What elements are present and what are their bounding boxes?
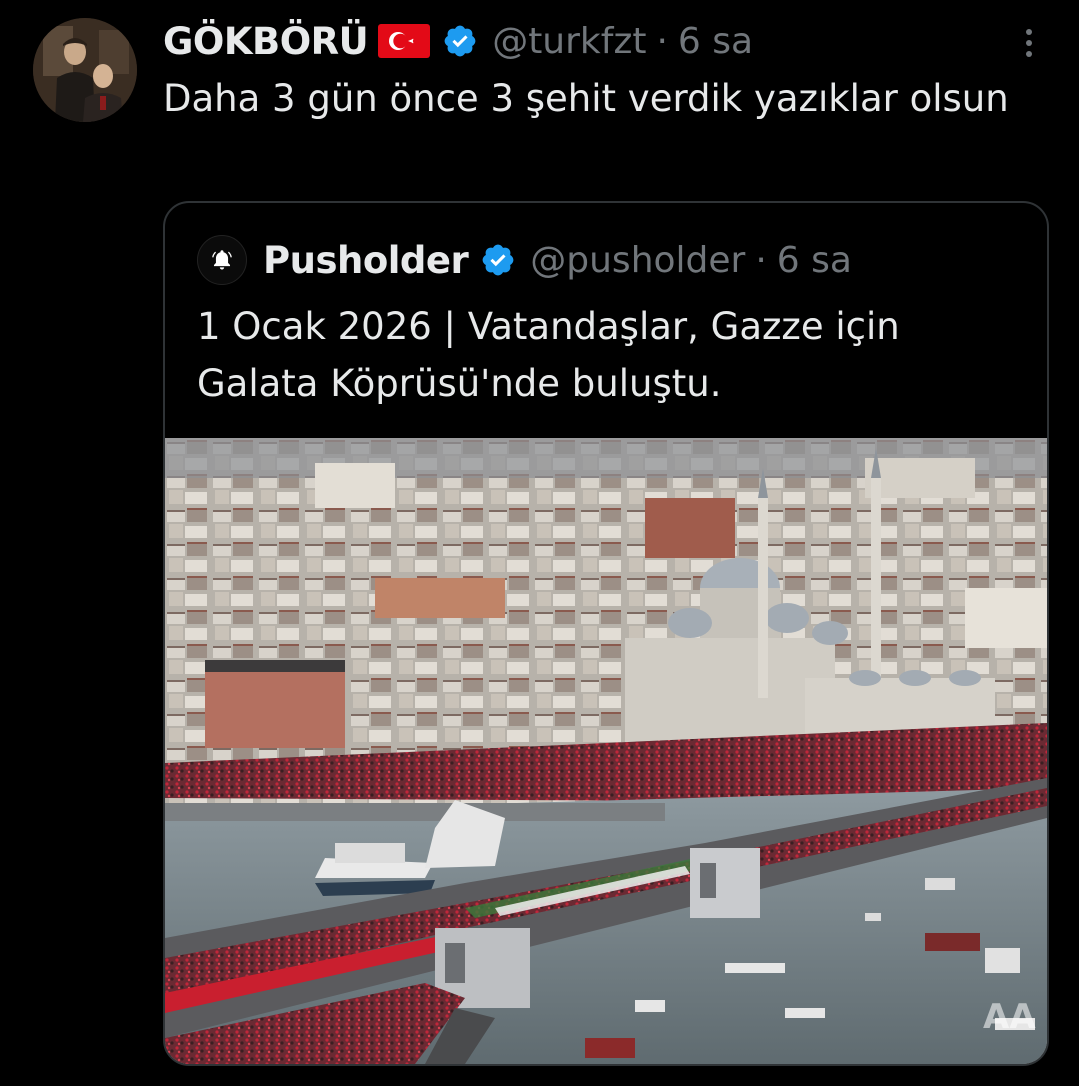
verified-badge-icon xyxy=(442,23,478,59)
quoted-tweet-photo[interactable]: AA xyxy=(165,438,1047,1064)
more-options-icon[interactable] xyxy=(1025,28,1033,58)
quoted-author-avatar[interactable] xyxy=(197,235,247,285)
separator-dot: · xyxy=(656,20,668,62)
photo-watermark: AA xyxy=(983,997,1036,1037)
quoted-tweet[interactable]: Pusholder @pusholder · 6 sa 1 Ocak 2026 … xyxy=(163,201,1049,1066)
quoted-author-handle[interactable]: @pusholder xyxy=(530,240,745,281)
quoted-author-name[interactable]: Pusholder xyxy=(263,239,469,282)
author-avatar[interactable] xyxy=(33,18,137,122)
quoted-tweet-text: 1 Ocak 2026 | Vatandaşlar, Gazze için Ga… xyxy=(197,305,900,405)
tweet-time[interactable]: 6 sa xyxy=(678,21,753,62)
verified-badge-icon xyxy=(480,242,516,278)
author-name[interactable]: GÖKBÖRÜ xyxy=(163,20,369,63)
tweet-header: GÖKBÖRÜ @turkfzt · 6 sa xyxy=(163,16,1059,66)
quoted-tweet-header: Pusholder @pusholder · 6 sa xyxy=(197,235,852,285)
bell-icon xyxy=(212,250,232,270)
turkey-flag-icon xyxy=(378,24,431,58)
quoted-tweet-time: 6 sa xyxy=(776,239,852,281)
tweet-text: Daha 3 gün önce 3 şehit verdik yazıklar … xyxy=(163,77,1009,120)
author-handle[interactable]: @turkfzt xyxy=(492,21,646,62)
separator-dot: · xyxy=(755,239,767,281)
